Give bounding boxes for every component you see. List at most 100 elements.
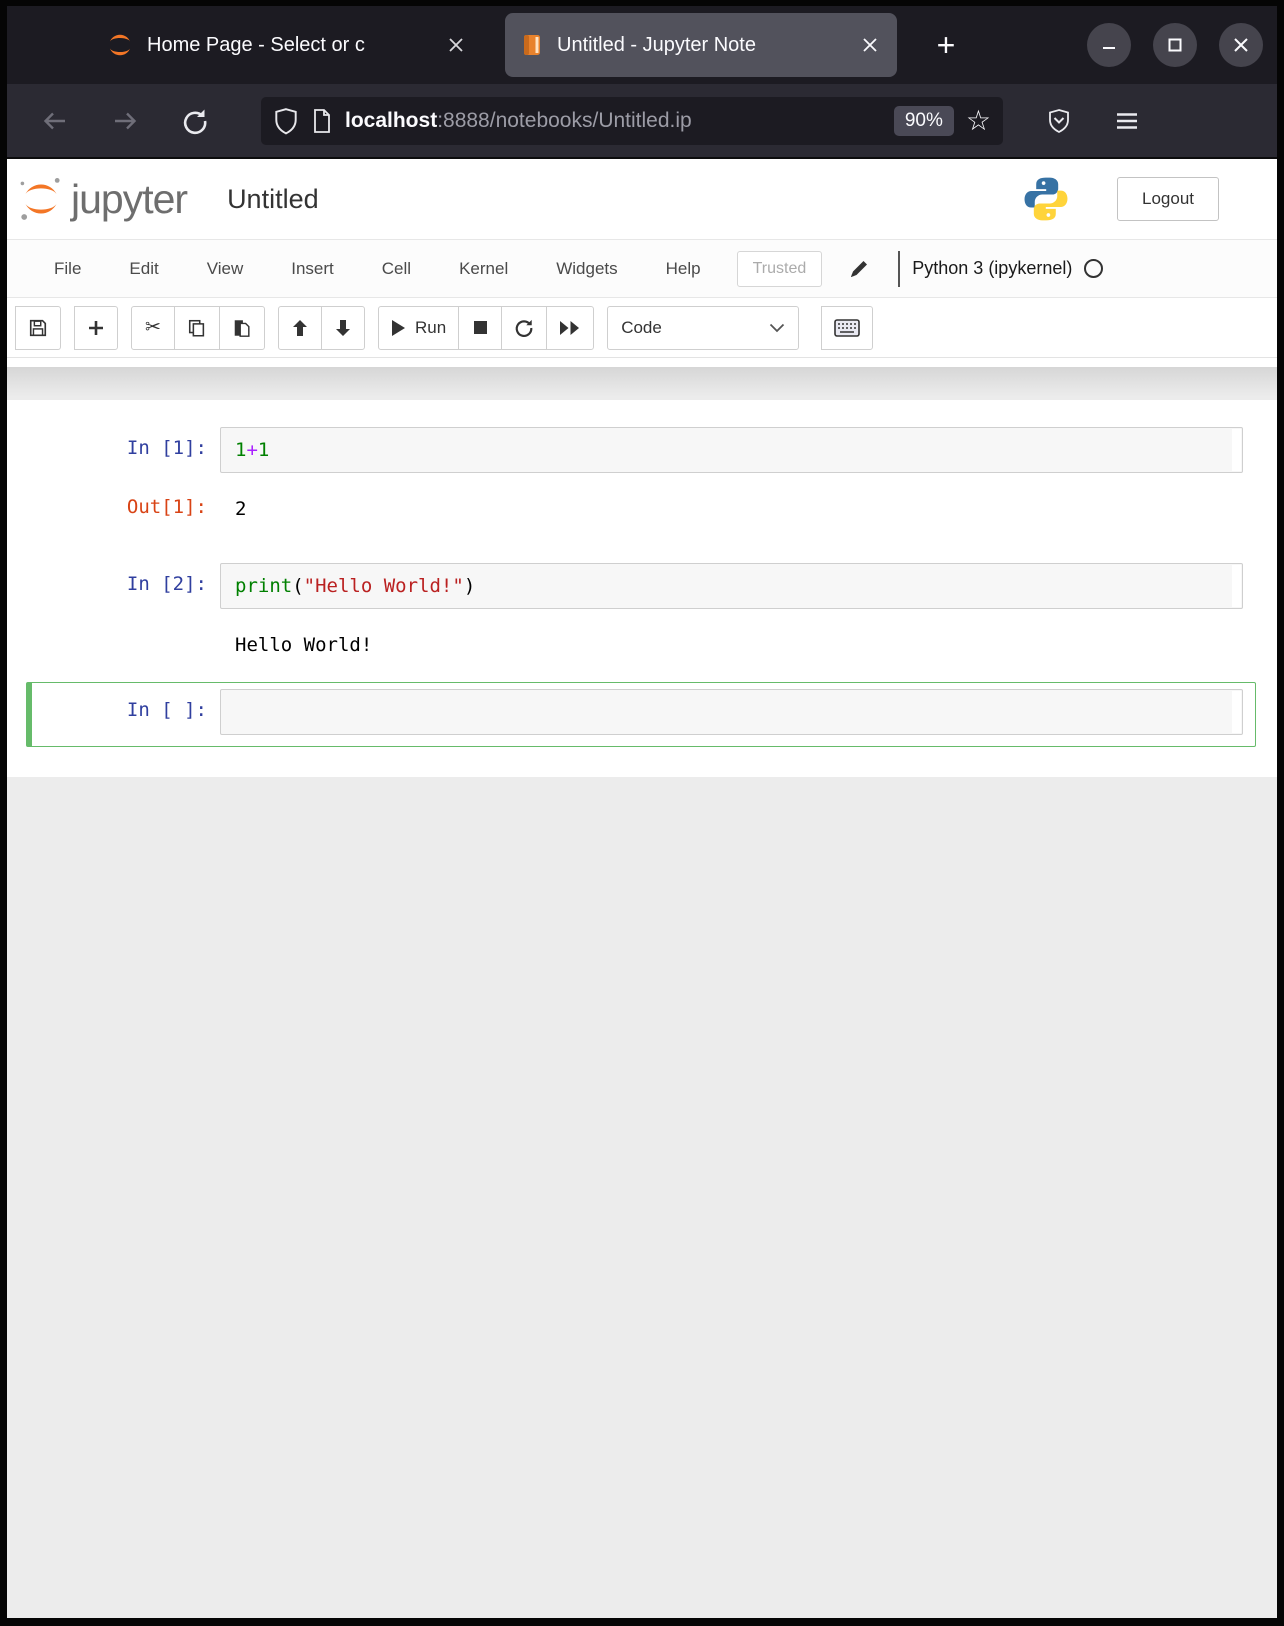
code-token: 1 xyxy=(258,439,269,461)
jupyter-menubar: File Edit View Insert Cell Kernel Widget… xyxy=(7,239,1277,298)
toolbar-right-icons xyxy=(1045,107,1141,135)
output-row-1: Out[1]: 2 xyxy=(32,482,1256,542)
stop-icon xyxy=(473,320,488,335)
output-row-2: Hello World! xyxy=(32,618,1256,670)
code-token: + xyxy=(246,439,257,461)
python-logo-icon xyxy=(1021,174,1071,224)
tab-untitled-notebook[interactable]: Untitled - Jupyter Note xyxy=(505,13,897,77)
code-token: ) xyxy=(464,575,475,597)
maximize-button[interactable] xyxy=(1153,23,1197,67)
window-controls xyxy=(1087,23,1277,67)
menu-help[interactable]: Help xyxy=(642,259,725,279)
paste-cell-button[interactable] xyxy=(219,306,265,350)
minimize-button[interactable] xyxy=(1087,23,1131,67)
code-token: "Hello World!" xyxy=(304,575,464,597)
menu-kernel[interactable]: Kernel xyxy=(435,259,532,279)
code-input-area[interactable]: 1+1 xyxy=(220,427,1243,473)
input-prompt: In [ ]: xyxy=(32,689,220,735)
browser-window: Home Page - Select or c Untitled - Jupyt… xyxy=(7,6,1277,1618)
command-palette-button[interactable] xyxy=(821,306,873,350)
url-text[interactable]: localhost:8888/notebooks/Untitled.ip xyxy=(345,109,882,133)
input-prompt: In [1]: xyxy=(32,427,220,473)
add-cell-button[interactable] xyxy=(74,306,118,350)
new-tab-button[interactable]: + xyxy=(925,24,967,66)
tab-close-icon[interactable] xyxy=(857,32,883,58)
run-label: Run xyxy=(415,318,446,338)
code-input-area-empty[interactable] xyxy=(220,689,1243,735)
output-prompt-empty xyxy=(32,632,220,658)
menu-widgets[interactable]: Widgets xyxy=(532,259,641,279)
restart-kernel-button[interactable] xyxy=(501,306,547,350)
zoom-level-badge[interactable]: 90% xyxy=(894,106,954,136)
cell-type-dropdown[interactable]: Code xyxy=(607,306,799,350)
menu-edit[interactable]: Edit xyxy=(105,259,182,279)
code-cell-2[interactable]: In [2]: print("Hello World!") xyxy=(26,556,1256,616)
reload-icon[interactable] xyxy=(177,103,213,139)
shield-icon[interactable] xyxy=(273,107,299,135)
copy-cell-button[interactable] xyxy=(174,306,220,350)
output-text: Hello World! xyxy=(220,632,1256,658)
browser-tab-bar: Home Page - Select or c Untitled - Jupyt… xyxy=(7,6,1277,84)
output-prompt: Out[1]: xyxy=(32,496,220,522)
kernel-name-label: Python 3 (ipykernel) xyxy=(912,258,1072,279)
tab-title: Home Page - Select or c xyxy=(147,34,431,57)
trusted-button[interactable]: Trusted xyxy=(737,251,823,287)
browser-toolbar: localhost:8888/notebooks/Untitled.ip 90%… xyxy=(7,84,1277,159)
edit-mode-pencil-icon xyxy=(848,258,870,280)
jupyter-logo-icon xyxy=(17,175,65,223)
tab-home-page[interactable]: Home Page - Select or c xyxy=(91,13,483,77)
move-cell-up-button[interactable] xyxy=(278,306,322,350)
jupyter-toolbar: ✂ Run xyxy=(7,298,1277,358)
page-info-icon[interactable] xyxy=(311,108,333,134)
toolbar-gap xyxy=(7,358,1277,367)
jupyter-brand-text: jupyter xyxy=(71,176,187,223)
url-path: :8888/notebooks/Untitled.ip xyxy=(437,109,692,132)
menu-file[interactable]: File xyxy=(30,259,105,279)
kernel-status-icon xyxy=(1084,259,1103,278)
jupyter-page: jupyter Untitled Logout File Edit View I… xyxy=(7,159,1277,1618)
code-cell-1[interactable]: In [1]: 1+1 xyxy=(26,420,1256,480)
notebook-site: In [1]: 1+1 Out[1]: 2 In [2]: print("Hel… xyxy=(7,358,1277,1618)
code-token: ( xyxy=(292,575,303,597)
restart-run-all-button[interactable] xyxy=(546,306,594,350)
input-prompt: In [2]: xyxy=(32,563,220,609)
jupyter-logo[interactable]: jupyter xyxy=(17,175,187,223)
url-bar[interactable]: localhost:8888/notebooks/Untitled.ip 90%… xyxy=(261,97,1003,145)
tab-title: Untitled - Jupyter Note xyxy=(557,34,845,57)
menu-view[interactable]: View xyxy=(183,259,268,279)
chevron-down-icon xyxy=(769,323,785,333)
menu-cell[interactable]: Cell xyxy=(358,259,435,279)
run-cell-button[interactable]: Run xyxy=(378,306,459,350)
keyboard-icon xyxy=(834,319,860,337)
move-cell-down-button[interactable] xyxy=(321,306,365,350)
forward-icon[interactable] xyxy=(107,103,143,139)
menu-insert[interactable]: Insert xyxy=(267,259,358,279)
fast-forward-icon xyxy=(559,320,581,336)
header-shadow-band xyxy=(7,367,1277,400)
code-token: print xyxy=(235,575,292,597)
extension-shield-icon[interactable] xyxy=(1045,107,1073,135)
tab-close-icon[interactable] xyxy=(443,32,469,58)
notebook-book-icon xyxy=(519,32,545,58)
play-icon xyxy=(391,319,406,337)
notebook-title[interactable]: Untitled xyxy=(227,184,319,215)
code-cell-3-selected[interactable]: In [ ]: xyxy=(26,682,1256,747)
cut-cell-button[interactable]: ✂ xyxy=(131,306,175,350)
menubar-divider xyxy=(898,251,900,287)
cell-type-value: Code xyxy=(621,318,662,338)
interrupt-kernel-button[interactable] xyxy=(458,306,502,350)
notebook-container: In [1]: 1+1 Out[1]: 2 In [2]: print("Hel… xyxy=(7,400,1277,777)
bookmark-star-icon[interactable]: ☆ xyxy=(966,107,991,135)
menu-hamburger-icon[interactable] xyxy=(1113,107,1141,135)
output-value: 2 xyxy=(220,496,1256,522)
back-icon[interactable] xyxy=(37,103,73,139)
code-token: 1 xyxy=(235,439,246,461)
close-window-button[interactable] xyxy=(1219,23,1263,67)
restart-icon xyxy=(514,318,534,338)
code-input-area[interactable]: print("Hello World!") xyxy=(220,563,1243,609)
logout-button[interactable]: Logout xyxy=(1117,177,1219,221)
jupyter-spinner-icon xyxy=(105,30,135,60)
save-button[interactable] xyxy=(15,306,61,350)
jupyter-header: jupyter Untitled Logout xyxy=(7,159,1277,239)
scissors-icon: ✂ xyxy=(145,318,161,337)
